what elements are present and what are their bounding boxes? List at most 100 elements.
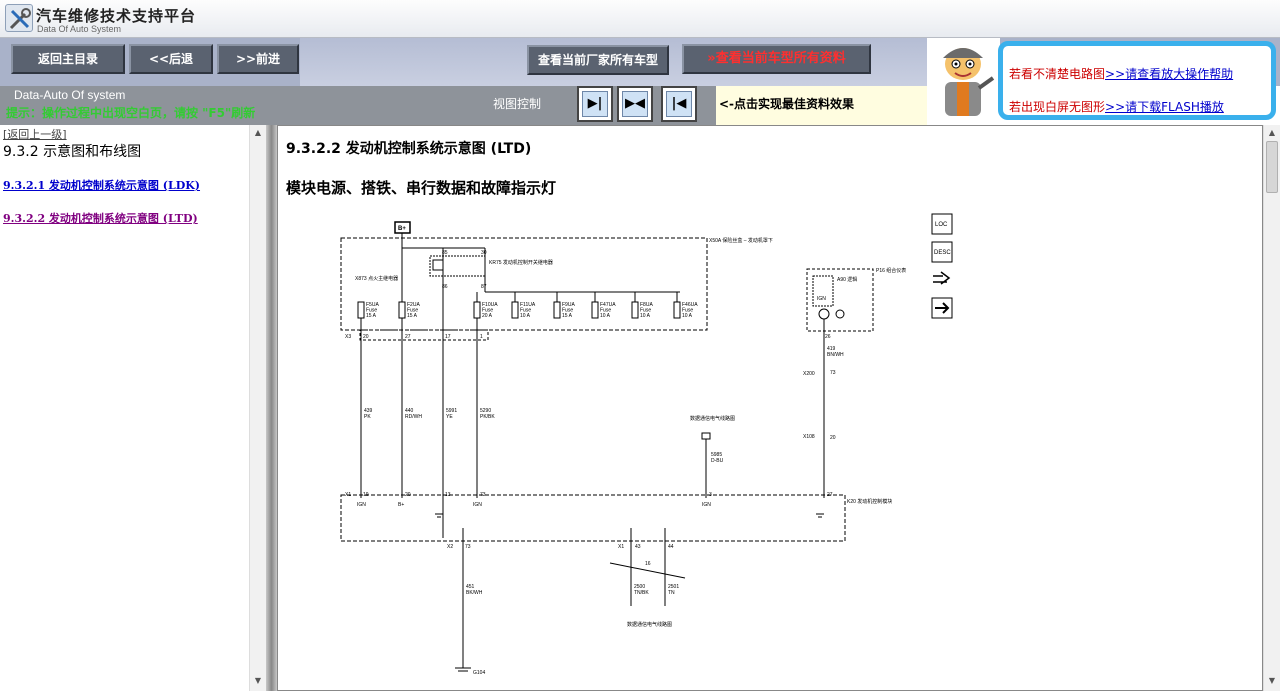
x1-pin-27: 27 bbox=[827, 492, 833, 498]
toc-item-ltd[interactable]: 9.3.2.2 发动机控制系统示意图 (LTD) bbox=[3, 210, 198, 226]
fuse-rating: 10 A bbox=[520, 313, 531, 319]
fuse-f2ua bbox=[398, 301, 406, 319]
x200-label: X200 bbox=[803, 371, 815, 377]
fuse-f9ua bbox=[553, 301, 561, 319]
help-flash-prefix: 若出现白屏无图形 bbox=[1009, 100, 1106, 114]
k73-label: X873 点火主继电器 bbox=[355, 275, 398, 282]
expand-right-icon: ▶| bbox=[582, 91, 608, 117]
back-up-link[interactable]: [返回上一级] bbox=[3, 126, 67, 142]
wire-2501-color: TN bbox=[668, 590, 675, 596]
x1b-pin-44: 44 bbox=[668, 544, 674, 550]
fuse-rating: 20 A bbox=[482, 313, 493, 319]
x1-pin-3: 3 bbox=[709, 492, 712, 498]
relay-pin-87: 87 bbox=[481, 284, 487, 290]
section-title: 9.3.2 示意图和布线图 bbox=[3, 144, 142, 160]
b-plus-label: B+ bbox=[398, 226, 406, 232]
fuse-rating: 10 A bbox=[682, 313, 693, 319]
fuse-row: F5UAFuse15 AF2UAFuse15 AF10UAFuse20 AF11… bbox=[357, 292, 698, 319]
x108-pin: 20 bbox=[830, 435, 836, 441]
hint-text: 提示：操作过程中出现空白页，请按 "F5"刷新 bbox=[6, 106, 256, 120]
scroll-thumb[interactable] bbox=[1266, 141, 1278, 193]
wiring-diagram[interactable]: B+ X50A 保险丝盒 – 发动机罩下 85 30 KR75 发动机控制开关继… bbox=[335, 208, 975, 678]
view-split-button[interactable]: ▶◀ bbox=[617, 86, 653, 122]
a90-label: A90 逻辑 bbox=[837, 276, 857, 283]
pane-splitter[interactable] bbox=[266, 125, 277, 691]
app-subtitle: Data Of Auto System bbox=[37, 24, 122, 34]
fuse-f8ua bbox=[631, 301, 639, 319]
fuse-f5ua bbox=[357, 301, 365, 319]
x1-pin-73: 73 bbox=[480, 492, 486, 498]
help-line-flash: 若出现白屏无图形>>请下载FLASH播放 bbox=[1009, 98, 1224, 115]
mascot-mechanic-icon bbox=[927, 38, 1000, 125]
help-zoom-prefix: 若看不清楚电路图 bbox=[1009, 67, 1106, 81]
k20-label: K20 发动机控制模块 bbox=[847, 498, 892, 505]
main-scrollbar[interactable]: ▲ ▼ bbox=[1263, 125, 1280, 691]
connector-icon[interactable] bbox=[933, 271, 951, 285]
desc-icon[interactable]: DESC bbox=[931, 241, 953, 263]
toc-item-ldk[interactable]: 9.3.2.1 发动机控制系统示意图 (LDK) bbox=[3, 177, 200, 193]
app-logo-icon bbox=[5, 4, 33, 32]
wire-419-color: BN/WH bbox=[827, 352, 844, 358]
fuse-f11ua bbox=[511, 301, 519, 319]
loc-icon[interactable]: LOC bbox=[931, 213, 953, 235]
scroll-down-icon[interactable]: ▼ bbox=[252, 675, 264, 687]
ecm-bplus-label: B+ bbox=[398, 502, 404, 508]
x1-pin-19: 19 bbox=[363, 492, 369, 498]
fuse-f10ua bbox=[473, 301, 481, 319]
kr75-label: KR75 发动机控制开关继电器 bbox=[489, 259, 553, 266]
x1-pin-13: 13 bbox=[445, 492, 451, 498]
doc-title: 9.3.2.2 发动机控制系统示意图 (LTD) bbox=[286, 141, 532, 157]
x108-label: X108 bbox=[803, 434, 815, 440]
arrow-icon[interactable] bbox=[931, 297, 953, 319]
fuse-f46ua bbox=[673, 301, 681, 319]
x3-pin-1: 1 bbox=[480, 334, 483, 340]
expand-left-icon: |◀ bbox=[666, 91, 692, 117]
effect-text: <-点击实现最佳资料效果 bbox=[719, 97, 855, 111]
fuse-f47ua bbox=[591, 301, 599, 319]
svg-text:LOC: LOC bbox=[935, 222, 948, 228]
x3-pin-17: 17 bbox=[445, 334, 451, 340]
wire-440-color: RD/WH bbox=[405, 414, 422, 420]
scroll-down-icon[interactable]: ▼ bbox=[1266, 675, 1278, 687]
main-menu-button[interactable]: 返回主目录 bbox=[11, 44, 125, 74]
relay-pin-30: 30 bbox=[481, 250, 487, 256]
left-scrollbar[interactable]: ▲ ▼ bbox=[249, 125, 266, 691]
x1b-connector: X1 bbox=[618, 544, 624, 550]
g104-label: G104 bbox=[473, 670, 485, 676]
x1-connector: X1 bbox=[345, 492, 351, 498]
ecm-ign2-label: IGN bbox=[473, 502, 482, 508]
scroll-up-icon[interactable]: ▲ bbox=[1266, 127, 1278, 139]
fuse-rating: 15 A bbox=[366, 313, 377, 319]
scroll-up-icon[interactable]: ▲ bbox=[252, 127, 264, 139]
ecm-ign-label: IGN bbox=[357, 502, 366, 508]
x3-connector: X3 bbox=[345, 334, 351, 340]
serial-ref-label-bottom: 数据通信电气线路图 bbox=[627, 621, 672, 628]
flash-download-link[interactable]: >>请下载FLASH播放 bbox=[1105, 100, 1224, 114]
x200-pin: 73 bbox=[830, 370, 836, 376]
fuse-rating: 10 A bbox=[600, 313, 611, 319]
doc-subtitle: 模块电源、搭铁、串行数据和故障指示灯 bbox=[286, 179, 557, 197]
view-expand-right-button[interactable]: ▶| bbox=[577, 86, 613, 122]
all-docs-button[interactable]: »查看当前车型所有资料 bbox=[682, 44, 871, 74]
p16-pin: 26 bbox=[825, 334, 831, 340]
app-title: 汽车维修技术支持平台 bbox=[36, 7, 197, 25]
all-models-button[interactable]: 查看当前厂家所有车型 bbox=[527, 45, 669, 75]
forward-button[interactable]: >>前进 bbox=[217, 44, 299, 74]
split-icon: ▶◀ bbox=[622, 91, 648, 117]
fuse-rating: 10 A bbox=[640, 313, 651, 319]
zoom-help-link[interactable]: >>请查看放大操作帮助 bbox=[1105, 67, 1233, 81]
back-button[interactable]: <<后退 bbox=[129, 44, 213, 74]
p16-ign-label: IGN bbox=[817, 296, 826, 302]
twist-label: 16 bbox=[645, 561, 651, 567]
view-expand-left-button[interactable]: |◀ bbox=[661, 86, 697, 122]
ecm-ign3-label: IGN bbox=[702, 502, 711, 508]
x1b-pin-43: 43 bbox=[635, 544, 641, 550]
double-chevron-icon: » bbox=[707, 51, 716, 66]
wire-5290-color: PK/BK bbox=[480, 414, 495, 420]
all-docs-label: 查看当前车型所有资料 bbox=[715, 51, 846, 66]
x3-pin-20: 20 bbox=[363, 334, 369, 340]
x3-pin-27: 27 bbox=[405, 334, 411, 340]
x2-connector: X2 bbox=[447, 544, 453, 550]
wire-5991-color: YE bbox=[446, 414, 453, 420]
x2-pin-73: 73 bbox=[465, 544, 471, 550]
